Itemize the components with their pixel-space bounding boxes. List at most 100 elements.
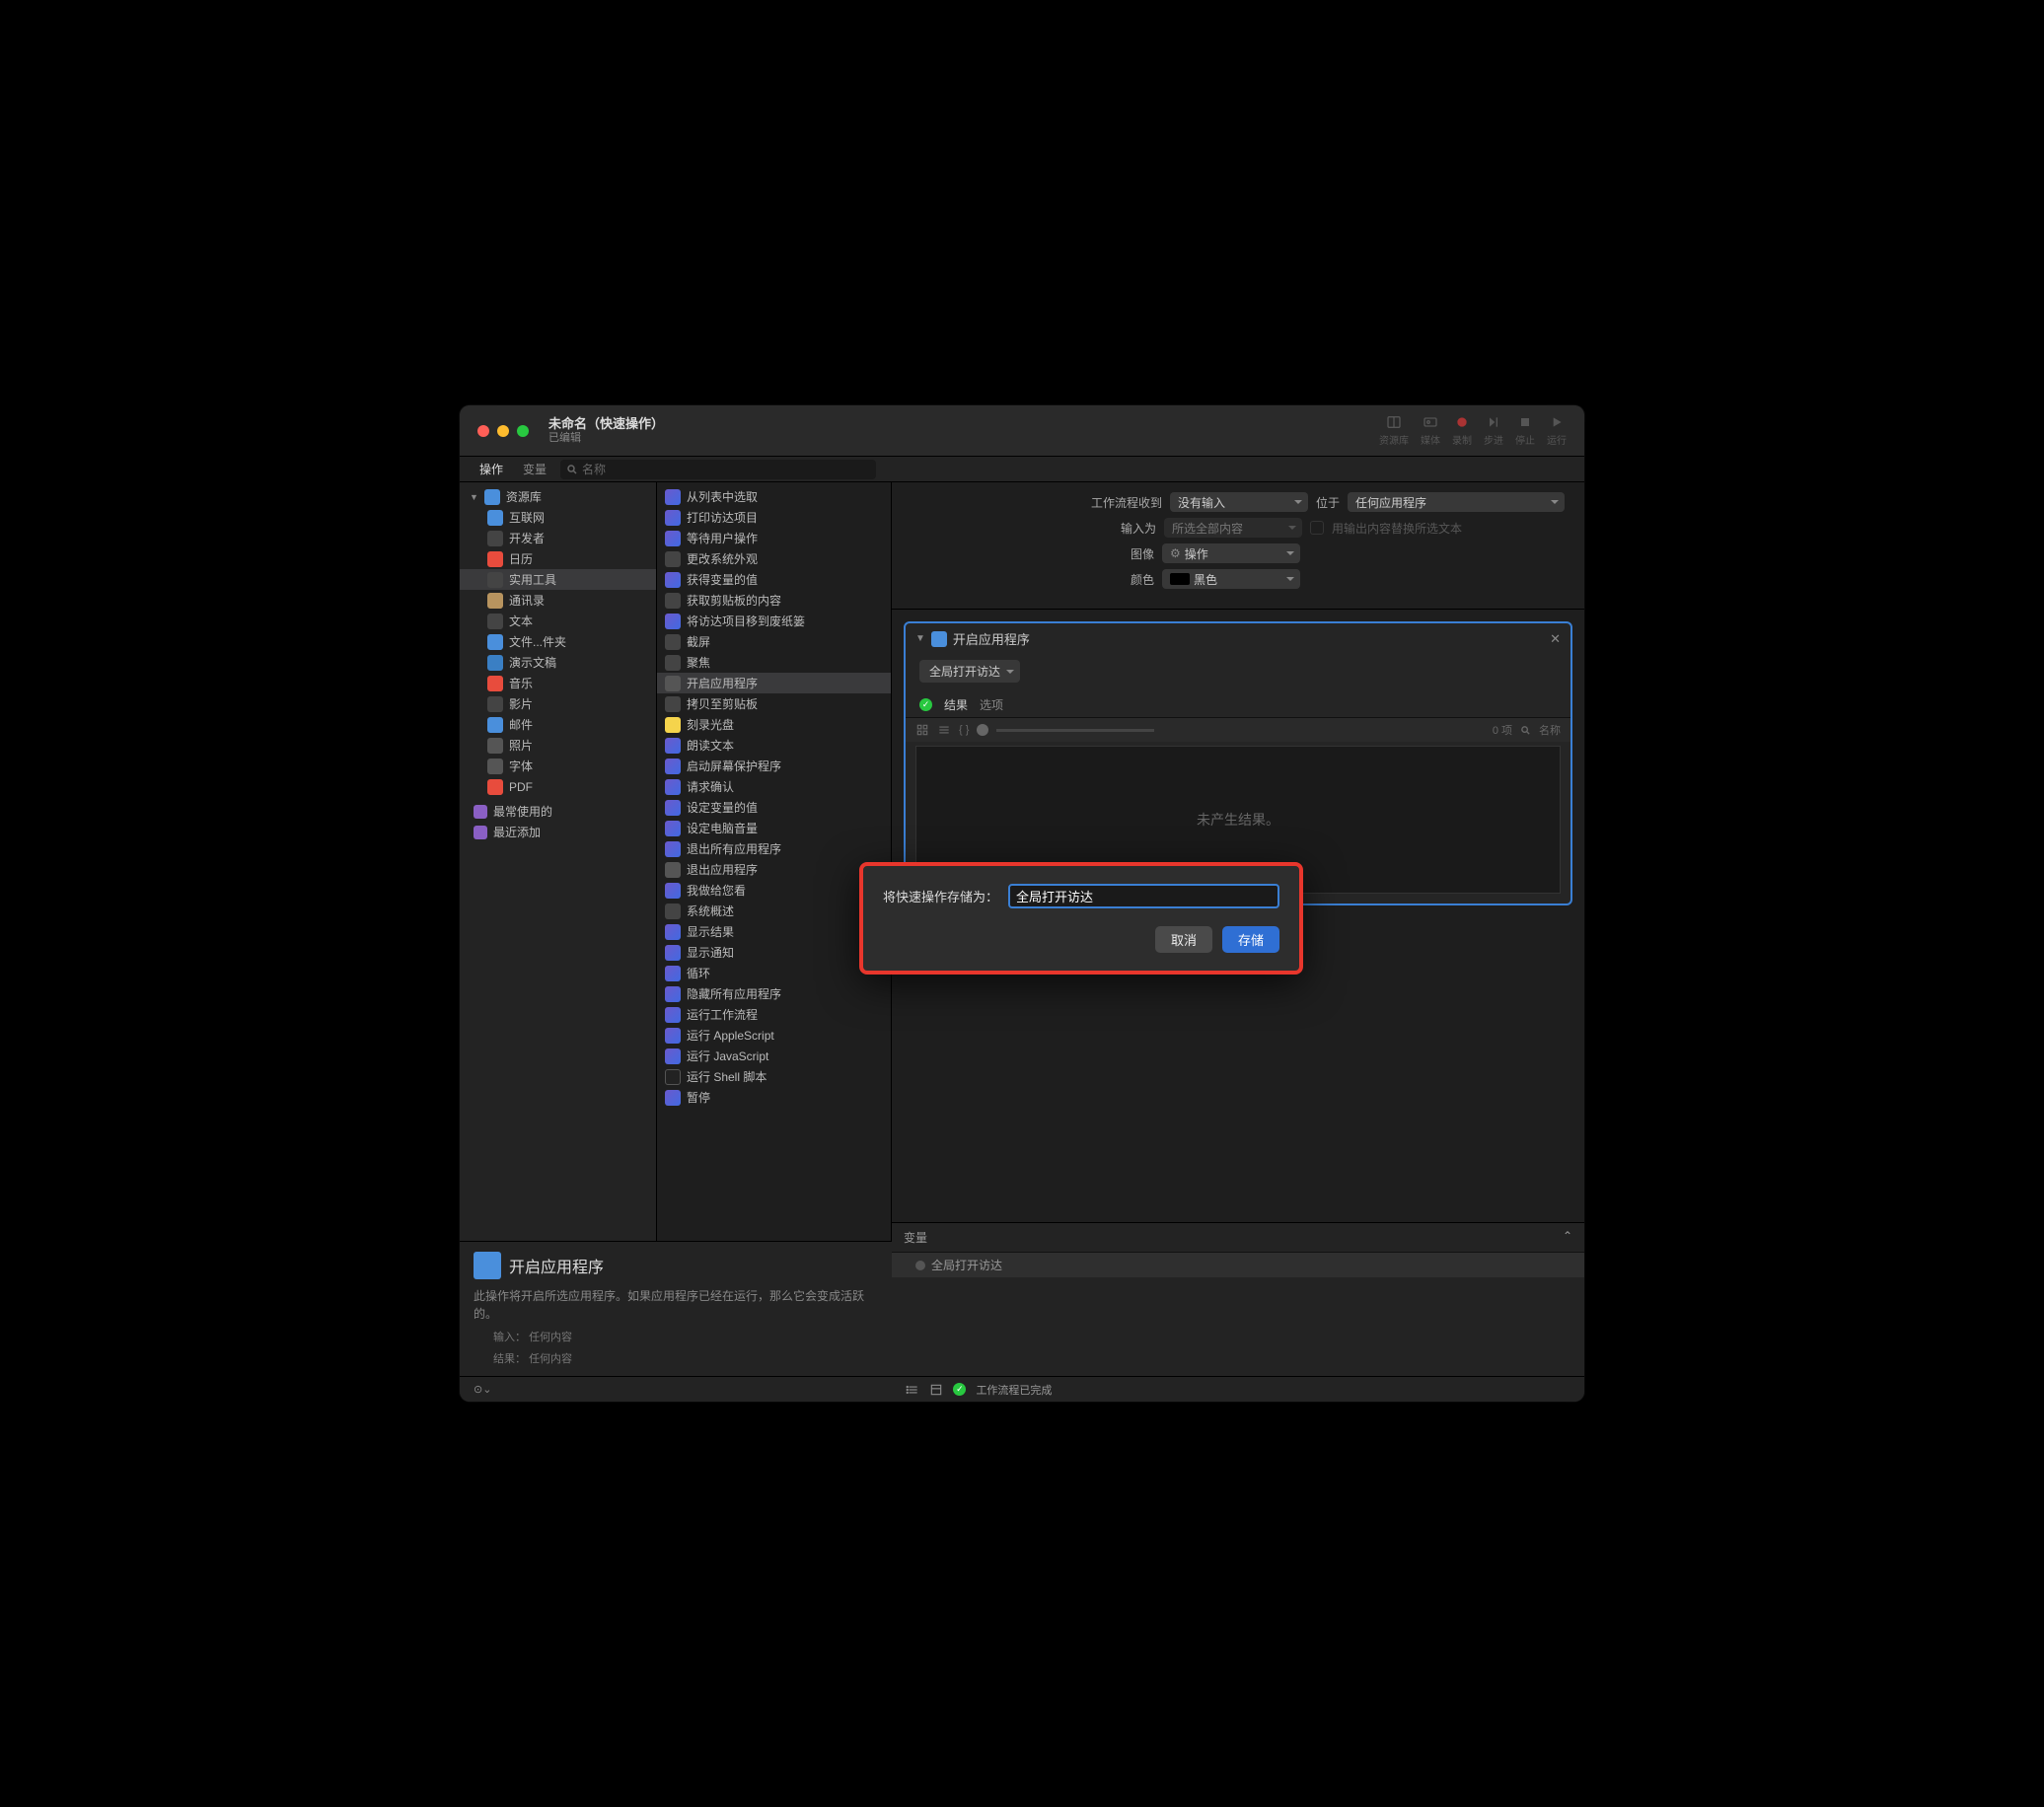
automator-window: 未命名（快速操作） 已编辑 资源库 媒体 录制 步进 停止 xyxy=(460,405,1584,1402)
list-view-icon[interactable] xyxy=(906,1383,919,1397)
list-icon[interactable] xyxy=(937,723,951,737)
library-item[interactable]: 文本 xyxy=(460,611,656,631)
action-item[interactable]: 退出所有应用程序 xyxy=(657,838,891,859)
cancel-button[interactable]: 取消 xyxy=(1155,926,1212,953)
library-item-label: 互联网 xyxy=(509,509,545,526)
save-button[interactable]: 存储 xyxy=(1222,926,1279,953)
search-field[interactable]: 名称 xyxy=(560,460,876,479)
library-item[interactable]: 实用工具 xyxy=(460,569,656,590)
library-item-label: 字体 xyxy=(509,758,533,774)
action-item[interactable]: 聚焦 xyxy=(657,652,891,673)
action-item[interactable]: 显示结果 xyxy=(657,921,891,942)
library-item[interactable]: 日历 xyxy=(460,548,656,569)
library-item[interactable]: 邮件 xyxy=(460,714,656,735)
toolbar-record[interactable]: 录制 xyxy=(1452,414,1472,447)
variables-header[interactable]: 变量 ⌃ xyxy=(892,1223,1584,1253)
close-button[interactable] xyxy=(477,425,489,437)
tab-results[interactable]: 结果 xyxy=(944,696,968,713)
action-item[interactable]: 循环 xyxy=(657,963,891,983)
action-item[interactable]: 刻录光盘 xyxy=(657,714,891,735)
action-item[interactable]: 拷贝至剪贴板 xyxy=(657,693,891,714)
action-item[interactable]: 获取剪贴板的内容 xyxy=(657,590,891,611)
receives-select[interactable]: 没有输入 xyxy=(1170,492,1308,512)
library-item-label: 开发者 xyxy=(509,530,545,546)
toolbar-library[interactable]: 资源库 xyxy=(1379,414,1409,447)
action-icon xyxy=(665,966,681,981)
action-item[interactable]: 显示通知 xyxy=(657,942,891,963)
action-item[interactable]: 朗读文本 xyxy=(657,735,891,756)
action-item-label: 刻录光盘 xyxy=(687,716,734,733)
library-item[interactable]: 音乐 xyxy=(460,673,656,693)
action-item[interactable]: 从列表中选取 xyxy=(657,486,891,507)
action-item[interactable]: 运行 Shell 脚本 xyxy=(657,1066,891,1087)
status-menu-icon[interactable]: ⊙⌄ xyxy=(474,1383,491,1396)
action-item-label: 设定变量的值 xyxy=(687,799,758,816)
library-item[interactable]: 演示文稿 xyxy=(460,652,656,673)
window-subtitle: 已编辑 xyxy=(548,432,664,445)
action-icon xyxy=(665,1048,681,1064)
action-item[interactable]: 请求确认 xyxy=(657,776,891,797)
action-item[interactable]: 运行 JavaScript xyxy=(657,1046,891,1066)
library-item[interactable]: 影片 xyxy=(460,693,656,714)
toolbar-step[interactable]: 步进 xyxy=(1484,414,1503,447)
dot-icon[interactable] xyxy=(977,724,988,736)
action-item[interactable]: 设定变量的值 xyxy=(657,797,891,818)
toolbar-media[interactable]: 媒体 xyxy=(1421,414,1440,447)
action-close-button[interactable]: ✕ xyxy=(1550,631,1561,647)
braces-icon[interactable]: { } xyxy=(959,724,969,736)
library-item[interactable]: 开发者 xyxy=(460,528,656,548)
library-item-label: 音乐 xyxy=(509,675,533,691)
in-select[interactable]: 任何应用程序 xyxy=(1348,492,1565,512)
tab-variables[interactable]: 变量 xyxy=(517,459,552,479)
desc-output-label: 结果： xyxy=(493,1353,526,1365)
log-icon[interactable] xyxy=(929,1383,943,1397)
results-search-placeholder[interactable]: 名称 xyxy=(1539,722,1561,738)
action-item[interactable]: 将访达项目移到废纸篓 xyxy=(657,611,891,631)
library-item[interactable]: 文件...件夹 xyxy=(460,631,656,652)
action-item[interactable]: 更改系统外观 xyxy=(657,548,891,569)
library-root[interactable]: ▼ 资源库 xyxy=(460,486,656,507)
grid-icon[interactable] xyxy=(915,723,929,737)
toolbar-stop[interactable]: 停止 xyxy=(1515,414,1535,447)
tab-options[interactable]: 选项 xyxy=(980,696,1003,713)
disclosure-icon: ▼ xyxy=(915,633,925,644)
maximize-button[interactable] xyxy=(517,425,529,437)
action-icon xyxy=(665,1007,681,1023)
action-item[interactable]: 等待用户操作 xyxy=(657,528,891,548)
variable-item[interactable]: 全局打开访达 xyxy=(892,1253,1584,1277)
action-item[interactable]: 我做给您看 xyxy=(657,880,891,901)
action-icon xyxy=(665,945,681,961)
minimize-button[interactable] xyxy=(497,425,509,437)
app-select[interactable]: 全局打开访达 xyxy=(919,660,1020,683)
action-item[interactable]: 退出应用程序 xyxy=(657,859,891,880)
color-select[interactable]: 黑色 xyxy=(1162,569,1300,589)
action-item[interactable]: 截屏 xyxy=(657,631,891,652)
dialog-name-input[interactable] xyxy=(1008,884,1279,908)
library-item[interactable]: 字体 xyxy=(460,756,656,776)
library-item[interactable]: PDF xyxy=(460,776,656,797)
action-item[interactable]: 打印访达项目 xyxy=(657,507,891,528)
library-item-label: 邮件 xyxy=(509,716,533,733)
toolbar-run[interactable]: 运行 xyxy=(1547,414,1567,447)
library-item[interactable]: 通讯录 xyxy=(460,590,656,611)
action-item[interactable]: 运行 AppleScript xyxy=(657,1025,891,1046)
action-item[interactable]: 隐藏所有应用程序 xyxy=(657,983,891,1004)
action-item[interactable]: 启动屏幕保护程序 xyxy=(657,756,891,776)
action-item[interactable]: 系统概述 xyxy=(657,901,891,921)
variables-header-label: 变量 xyxy=(904,1229,927,1246)
action-item[interactable]: 开启应用程序 xyxy=(657,673,891,693)
smart-folder-item[interactable]: 最近添加 xyxy=(460,822,656,842)
action-item[interactable]: 暂停 xyxy=(657,1087,891,1108)
library-item[interactable]: 互联网 xyxy=(460,507,656,528)
tab-actions[interactable]: 操作 xyxy=(474,459,509,479)
slider-track[interactable] xyxy=(996,729,1154,732)
library-item[interactable]: 照片 xyxy=(460,735,656,756)
action-header[interactable]: ▼ 开启应用程序 ✕ xyxy=(906,623,1570,654)
action-item[interactable]: 运行工作流程 xyxy=(657,1004,891,1025)
action-item[interactable]: 获得变量的值 xyxy=(657,569,891,590)
image-select[interactable]: ⚙ 操作 xyxy=(1162,543,1300,563)
action-icon xyxy=(665,821,681,836)
receives-label: 工作流程收到 xyxy=(1091,494,1162,511)
smart-folder-item[interactable]: 最常使用的 xyxy=(460,801,656,822)
action-item[interactable]: 设定电脑音量 xyxy=(657,818,891,838)
